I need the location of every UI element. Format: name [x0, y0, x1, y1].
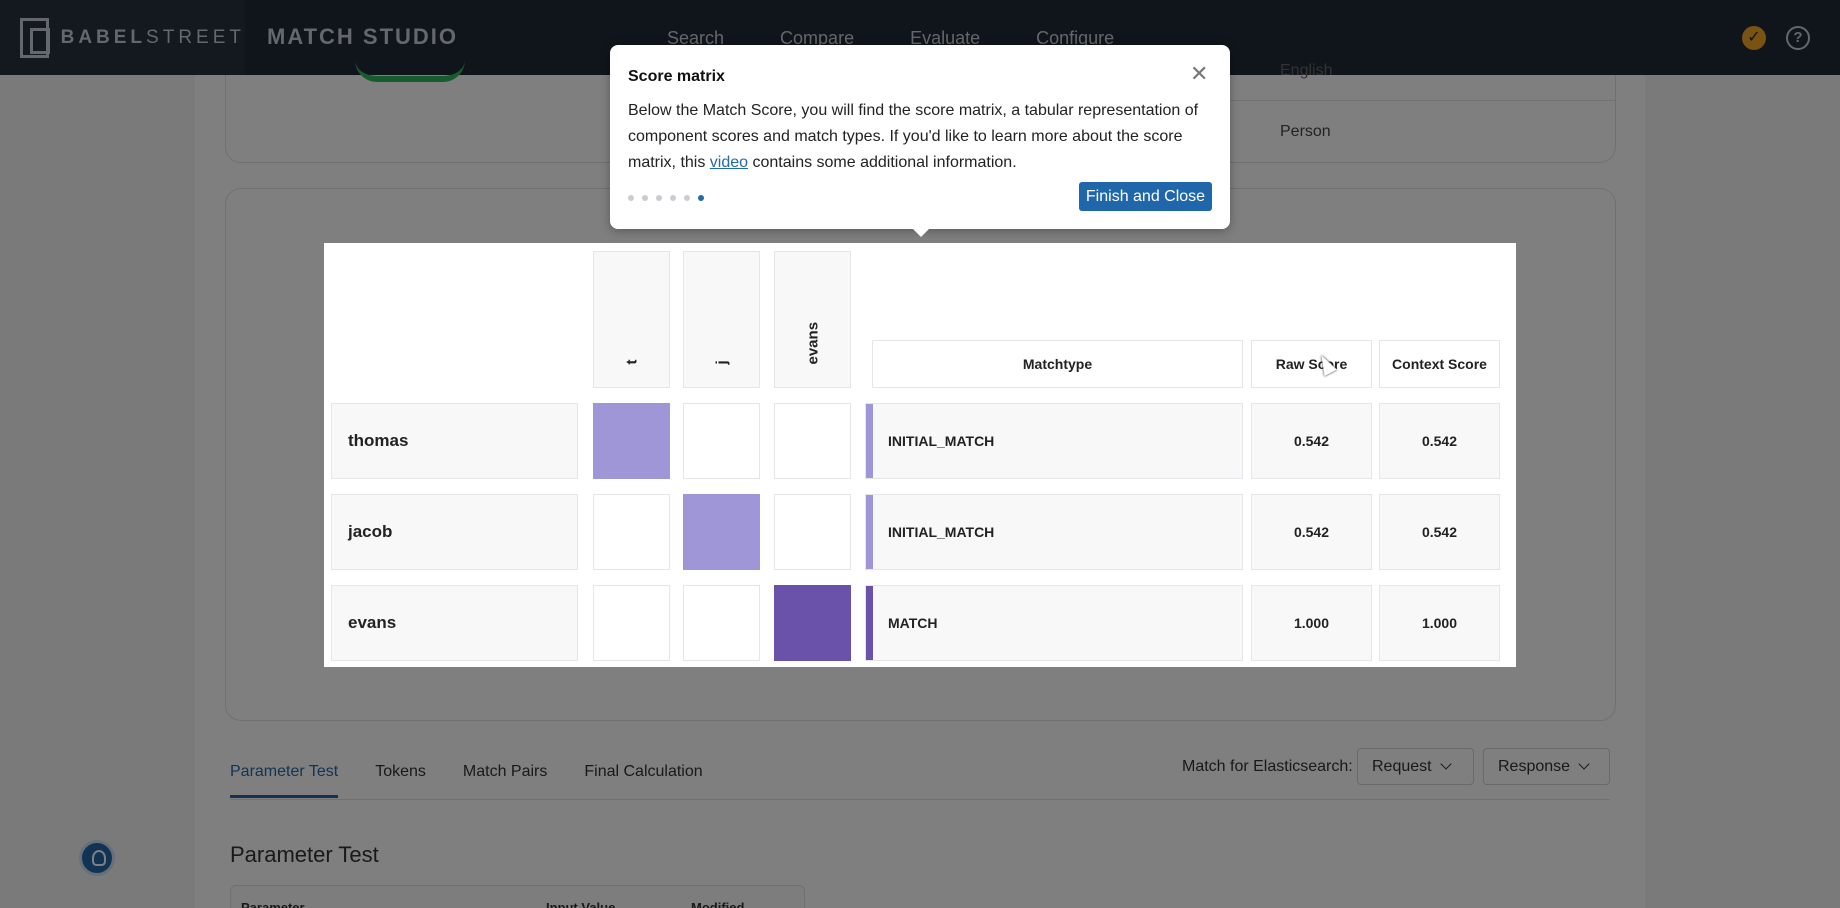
score-cell [683, 494, 760, 570]
step-dot[interactable] [670, 195, 676, 201]
step-dot[interactable] [642, 195, 648, 201]
score-cell [593, 494, 670, 570]
matchtype-cell: INITIAL_MATCH [865, 494, 1243, 570]
matchtype-color-bar [866, 404, 873, 478]
column-header: evans [774, 251, 851, 388]
finish-and-close-button[interactable]: Finish and Close [1079, 182, 1212, 211]
popover-body: Below the Match Score, you will find the… [628, 102, 1199, 171]
video-link[interactable]: video [710, 154, 748, 171]
step-dot[interactable] [684, 195, 690, 201]
raw-score-cell: 0.542 [1251, 403, 1372, 479]
tour-popover: Score matrix ✕ Below the Match Score, yo… [610, 45, 1230, 237]
matchtype-color-bar [866, 495, 873, 569]
score-matrix: t j evans Matchtype Raw Score Context Sc… [324, 243, 1516, 667]
context-score-cell: 1.000 [1379, 585, 1500, 661]
step-dot[interactable] [656, 195, 662, 201]
context-score-cell: 0.542 [1379, 494, 1500, 570]
step-indicator [628, 195, 712, 201]
context-score-header: Context Score [1379, 340, 1500, 388]
context-score-cell: 0.542 [1379, 403, 1500, 479]
matchtype-header: Matchtype [872, 340, 1243, 388]
score-cell [774, 585, 851, 661]
popover-title: Score matrix [628, 68, 725, 85]
step-dot[interactable] [698, 195, 704, 201]
step-dot[interactable] [628, 195, 634, 201]
score-cell [593, 403, 670, 479]
score-cell [593, 585, 670, 661]
score-cell [774, 403, 851, 479]
column-header: t [593, 251, 670, 388]
raw-score-cell: 1.000 [1251, 585, 1372, 661]
row-label: evans [331, 585, 578, 661]
close-icon[interactable]: ✕ [1190, 63, 1208, 85]
row-label: thomas [331, 403, 578, 479]
raw-score-cell: 0.542 [1251, 494, 1372, 570]
matchtype-color-bar [866, 586, 873, 660]
row-label: jacob [331, 494, 578, 570]
score-cell [683, 585, 760, 661]
column-header: j [683, 251, 760, 388]
score-cell [774, 494, 851, 570]
score-cell [683, 403, 760, 479]
matchtype-cell: MATCH [865, 585, 1243, 661]
raw-score-header: Raw Score [1251, 340, 1372, 388]
matchtype-cell: INITIAL_MATCH [865, 403, 1243, 479]
